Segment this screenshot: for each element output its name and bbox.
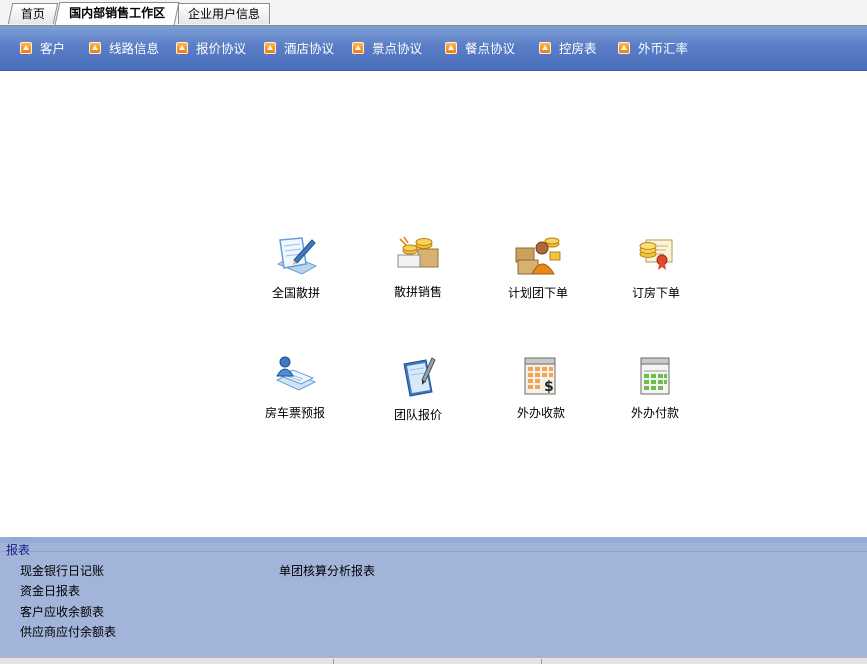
tab-domestic-sales-label: 国内部销售工作区 bbox=[69, 6, 166, 20]
orange-arrow-icon bbox=[176, 42, 188, 54]
tile-label: 外办付款 bbox=[630, 406, 679, 420]
orange-arrow-icon bbox=[352, 42, 364, 54]
tab-strip: 首页 国内部销售工作区 企业用户信息 bbox=[0, 0, 867, 26]
main-menu-bar: 客户 线路信息 报价协议 酒店协议 景点协议 餐点协议 控房表 外币汇率 bbox=[0, 26, 867, 71]
menu-item-attraction-agreement[interactable]: 景点协议 bbox=[352, 41, 422, 57]
menu-item-label: 酒店协议 bbox=[284, 41, 335, 56]
menu-item-label: 餐点协议 bbox=[465, 41, 516, 56]
tile-foreign-office-payment[interactable]: 外办付款 bbox=[607, 354, 703, 421]
tile-national-group-tour[interactable]: 全国散拼 bbox=[248, 234, 344, 301]
menu-item-label: 客户 bbox=[40, 41, 66, 56]
menu-item-meal-agreement[interactable]: 餐点协议 bbox=[445, 41, 515, 57]
orange-arrow-icon bbox=[89, 42, 101, 54]
tile-label: 全国散拼 bbox=[271, 286, 320, 300]
reports-panel: 报表 现金银行日记账 资金日报表 客户应收余额表 供应商应付余额表 单团核算分析… bbox=[0, 537, 867, 661]
menu-item-label: 景点协议 bbox=[372, 41, 423, 56]
tile-planned-group-order[interactable]: 计划团下单 bbox=[490, 234, 586, 301]
person-boxes-icon bbox=[514, 234, 562, 278]
menu-item-route-info[interactable]: 线路信息 bbox=[89, 41, 159, 57]
menu-item-label: 线路信息 bbox=[109, 41, 160, 56]
tile-room-car-ticket-forecast[interactable]: 房车票预报 bbox=[247, 354, 343, 421]
menu-item-room-control[interactable]: 控房表 bbox=[539, 41, 597, 57]
reports-title: 报表 bbox=[6, 543, 31, 557]
menu-item-label: 外币汇率 bbox=[638, 41, 689, 56]
report-daily-funds[interactable]: 资金日报表 bbox=[20, 582, 80, 599]
tile-group-tour-sales[interactable]: 散拼销售 bbox=[370, 233, 466, 300]
tab-domestic-sales-workspace[interactable]: 国内部销售工作区 bbox=[54, 2, 180, 25]
tile-label: 房车票预报 bbox=[264, 406, 325, 420]
tile-label: 外办收款 bbox=[516, 406, 565, 420]
tile-room-booking-order[interactable]: 订房下单 bbox=[608, 234, 704, 301]
menu-item-quote-agreement[interactable]: 报价协议 bbox=[176, 41, 246, 57]
orange-arrow-icon bbox=[20, 42, 32, 54]
menu-item-customer[interactable]: 客户 bbox=[20, 41, 65, 57]
calendar-dollar-icon: $ bbox=[517, 354, 565, 398]
status-divider bbox=[333, 659, 334, 664]
menu-item-label: 控房表 bbox=[559, 41, 597, 56]
tile-label: 团队报价 bbox=[393, 408, 442, 422]
tile-label: 计划团下单 bbox=[507, 286, 568, 300]
menu-item-hotel-agreement[interactable]: 酒店协议 bbox=[264, 41, 334, 57]
book-pen-icon bbox=[394, 356, 442, 400]
menu-item-exchange-rate[interactable]: 外币汇率 bbox=[618, 41, 688, 57]
orange-arrow-icon bbox=[445, 42, 457, 54]
tile-foreign-office-receipt[interactable]: $ 外办收款 bbox=[493, 354, 589, 421]
status-divider bbox=[541, 659, 542, 664]
tab-enterprise-label: 企业用户信息 bbox=[187, 7, 260, 21]
orange-arrow-icon bbox=[618, 42, 630, 54]
report-customer-receivable-balance[interactable]: 客户应收余额表 bbox=[20, 603, 104, 620]
reports-divider bbox=[0, 551, 867, 552]
orange-arrow-icon bbox=[539, 42, 551, 54]
notepad-pen-icon bbox=[272, 234, 320, 278]
report-single-group-accounting-analysis[interactable]: 单团核算分析报表 bbox=[279, 562, 375, 579]
report-supplier-payable-balance[interactable]: 供应商应付余额表 bbox=[20, 623, 116, 640]
calendar-green-icon bbox=[631, 354, 679, 398]
tile-label: 订房下单 bbox=[631, 286, 680, 300]
user-document-icon bbox=[271, 354, 319, 398]
certificate-coins-icon bbox=[632, 234, 680, 278]
orange-arrow-icon bbox=[264, 42, 276, 54]
tab-home[interactable]: 首页 bbox=[7, 3, 59, 24]
svg-text:$: $ bbox=[544, 379, 554, 395]
tile-label: 散拼销售 bbox=[393, 285, 442, 299]
tab-home-label: 首页 bbox=[20, 7, 45, 21]
report-cash-bank-journal[interactable]: 现金银行日记账 bbox=[20, 562, 104, 579]
tab-enterprise-user-info[interactable]: 企业用户信息 bbox=[178, 3, 270, 24]
coins-boxes-icon bbox=[394, 233, 442, 277]
menu-item-label: 报价协议 bbox=[196, 41, 247, 56]
tile-team-quotation[interactable]: 团队报价 bbox=[370, 356, 466, 423]
